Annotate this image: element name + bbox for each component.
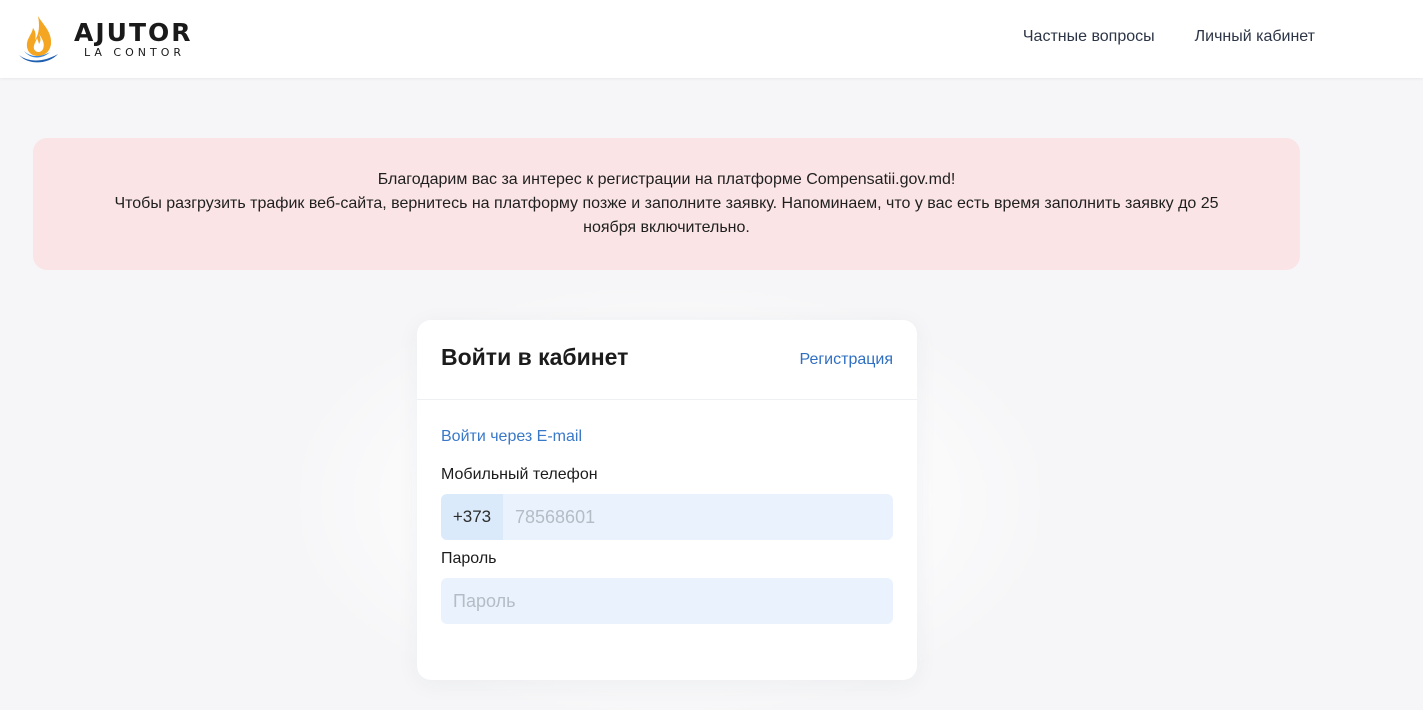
flame-logo-icon: [18, 14, 60, 64]
main-nav: Частные вопросы Личный кабинет: [1023, 28, 1315, 46]
logo-main-text: AJUTOR: [74, 18, 193, 47]
password-input[interactable]: [441, 578, 893, 624]
password-field: [441, 578, 893, 624]
logo-text: AJUTOR LA CONTOR: [74, 20, 193, 58]
alert-line-2: Чтобы разгрузить трафик веб-сайта, верни…: [114, 195, 1219, 236]
password-label: Пароль: [441, 550, 497, 567]
login-title: Войти в кабинет: [441, 344, 629, 370]
site-logo[interactable]: AJUTOR LA CONTOR: [18, 14, 193, 64]
site-header: AJUTOR LA CONTOR Частные вопросы Личный …: [0, 0, 1423, 78]
phone-input[interactable]: [503, 494, 893, 540]
login-card-body: Войти через E-mail Мобильный телефон +37…: [417, 400, 917, 624]
nav-link-faq[interactable]: Частные вопросы: [1023, 28, 1155, 46]
phone-label: Мобильный телефон: [441, 466, 598, 483]
info-alert: Благодарим вас за интерес к регистрации …: [33, 138, 1300, 270]
logo-sub-text: LA CONTOR: [84, 46, 185, 59]
phone-prefix: +373: [441, 494, 503, 540]
alert-line-1: Благодарим вас за интерес к регистрации …: [377, 171, 956, 188]
login-via-email-link[interactable]: Войти через E-mail: [441, 428, 893, 446]
login-card-header: Войти в кабинет Регистрация: [417, 320, 917, 400]
phone-field: +373: [441, 494, 893, 540]
login-card: Войти в кабинет Регистрация Войти через …: [417, 320, 917, 680]
register-link[interactable]: Регистрация: [799, 351, 893, 369]
nav-link-personal-account[interactable]: Личный кабинет: [1195, 28, 1315, 46]
